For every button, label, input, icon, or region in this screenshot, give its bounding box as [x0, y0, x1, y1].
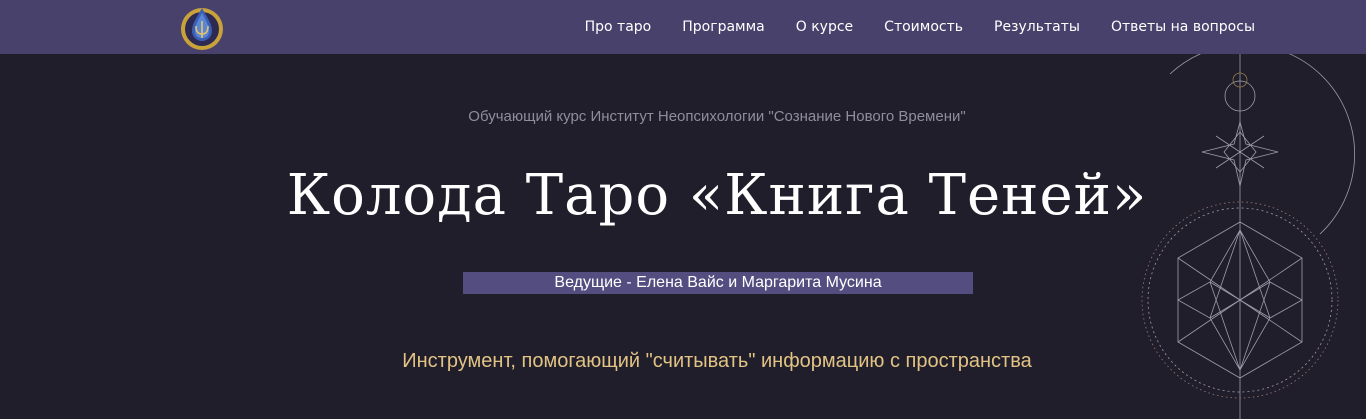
nav-link-about-tarot[interactable]: Про таро — [585, 19, 652, 35]
psi-drop-logo-icon[interactable] — [179, 5, 225, 51]
hosts-banner: Ведущие - Елена Вайс и Маргарита Мусина — [463, 272, 973, 294]
nav-link-price[interactable]: Стоимость — [884, 19, 963, 35]
main-nav: Про таро Программа О курсе Стоимость Рез… — [585, 0, 1255, 54]
nav-link-about-course[interactable]: О курсе — [796, 19, 853, 35]
sacred-geometry-star-ornament — [1141, 54, 1356, 419]
nav-link-results[interactable]: Результаты — [994, 19, 1080, 35]
nav-link-program[interactable]: Программа — [682, 19, 765, 35]
top-navigation-bar: Про таро Программа О курсе Стоимость Рез… — [0, 0, 1366, 54]
nav-link-faq[interactable]: Ответы на вопросы — [1111, 19, 1255, 35]
